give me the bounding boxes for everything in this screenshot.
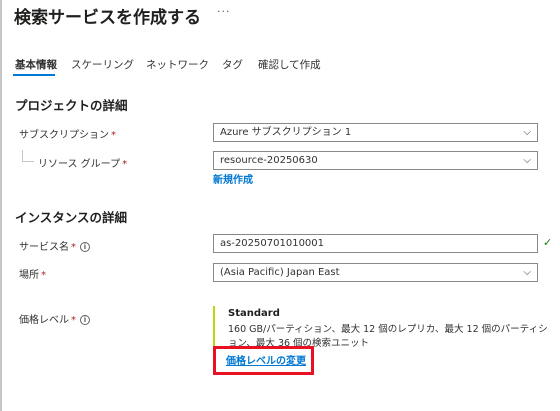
highlight-box <box>213 346 314 375</box>
location-select[interactable]: (Asia Pacific) Japan East ⌵ <box>213 263 538 282</box>
pricing-tier-name: Standard <box>228 308 280 319</box>
tab-scaling[interactable]: スケーリング <box>71 57 134 72</box>
required-indicator: * <box>122 159 128 170</box>
tab-networking[interactable]: ネットワーク <box>146 57 209 72</box>
chevron-down-icon: ⌵ <box>523 155 531 166</box>
location-value: (Asia Pacific) Japan East <box>220 267 340 278</box>
subscription-value: Azure サブスクリプション 1 <box>220 127 352 138</box>
instance-details-heading: インスタンスの詳細 <box>15 210 128 225</box>
page-title: 検索サービスを作成する <box>14 8 201 28</box>
create-new-resource-group-link[interactable]: 新規作成 <box>213 171 253 186</box>
required-indicator: * <box>111 130 116 141</box>
service-name-label: サービス名 * i <box>19 238 90 253</box>
required-indicator: * <box>71 242 76 253</box>
resource-group-label: リソース グループ * <box>38 159 128 170</box>
subscription-select[interactable]: Azure サブスクリプション 1 ⌵ <box>213 123 538 142</box>
check-icon: ✓ <box>543 236 553 249</box>
tab-review-create[interactable]: 確認して作成 <box>258 57 321 72</box>
active-tab-indicator <box>13 74 55 76</box>
resource-group-value: resource-20250630 <box>220 155 318 166</box>
chevron-down-icon: ⌵ <box>523 127 531 138</box>
tab-basics[interactable]: 基本情報 <box>15 57 57 72</box>
info-icon[interactable]: i <box>80 315 90 325</box>
service-name-input[interactable]: as-20250701010001 <box>213 234 538 253</box>
more-options-icon[interactable]: ··· <box>217 5 231 18</box>
page-left-border <box>0 0 2 411</box>
pricing-tier-label: 価格レベル * i <box>19 311 90 326</box>
chevron-down-icon: ⌵ <box>523 267 531 278</box>
subscription-label: サブスクリプション * <box>19 130 116 141</box>
tab-tags[interactable]: タグ <box>222 57 243 72</box>
project-details-heading: プロジェクトの詳細 <box>15 98 128 113</box>
required-indicator: * <box>71 315 76 326</box>
location-label: 場所 * <box>19 270 46 281</box>
info-icon[interactable]: i <box>80 242 90 252</box>
resource-group-select[interactable]: resource-20250630 ⌵ <box>213 151 538 170</box>
required-indicator: * <box>41 270 46 281</box>
tree-connector-icon <box>22 150 34 162</box>
